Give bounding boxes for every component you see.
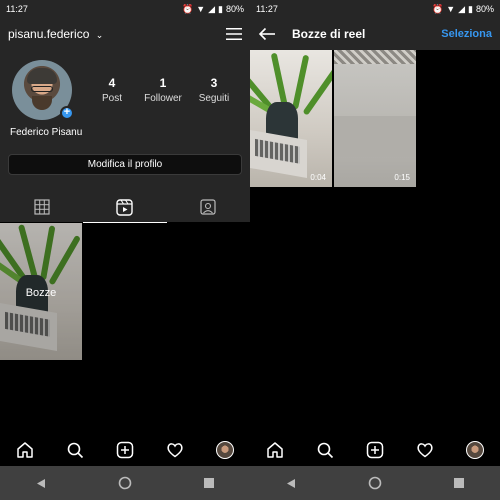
status-bar: 11:27 ⏰ ▼ ◢ ▮ 80% (250, 0, 500, 18)
stat-label: Seguiti (198, 93, 230, 104)
draft-item[interactable]: 0:15 (334, 50, 416, 187)
battery-icon: ▮ (218, 3, 223, 14)
select-button[interactable]: Seleziona (441, 28, 492, 40)
profile-header: pisanu.federico ⌄ (0, 18, 250, 50)
back-triangle-icon[interactable] (286, 478, 296, 489)
username: pisanu.federico (8, 27, 90, 41)
wifi-icon: ▼ (196, 4, 206, 14)
username-switcher[interactable]: pisanu.federico ⌄ (8, 27, 103, 41)
stat-value: 3 (210, 76, 218, 90)
bottom-nav (250, 434, 500, 466)
draft-item[interactable]: 0:04 (250, 50, 332, 187)
grid-icon (34, 199, 50, 215)
tab-reels[interactable] (83, 191, 167, 223)
search-icon[interactable] (316, 441, 334, 459)
wifi-icon: ▼ (446, 4, 456, 14)
back-triangle-icon[interactable] (36, 478, 46, 489)
draft-duration: 0:15 (394, 173, 410, 182)
recents-square-icon[interactable] (204, 478, 214, 488)
stat-value: 1 (159, 76, 167, 90)
stat-following[interactable]: 3 Seguiti (189, 76, 239, 104)
profile-tabs (0, 191, 250, 223)
status-bar: 11:27 ⏰ ▼ ◢ ▮ 80% (0, 0, 250, 18)
profile-screen: 11:27 ⏰ ▼ ◢ ▮ 80% pisanu.federico ⌄ + 4 … (0, 0, 250, 466)
battery-icon: ▮ (468, 3, 473, 14)
stat-label: Post (101, 93, 122, 104)
battery-percent: 80% (475, 4, 494, 14)
tagged-icon (200, 199, 216, 215)
stat-followers[interactable]: 1 Follower (138, 76, 188, 104)
alarm-icon: ⏰ (431, 3, 444, 14)
status-time: 11:27 (6, 4, 28, 14)
stat-label: Follower (144, 93, 182, 104)
back-arrow-icon[interactable] (258, 27, 276, 41)
edit-profile-button[interactable]: Modifica il profilo (8, 154, 242, 175)
signal-icon: ◢ (458, 3, 466, 14)
menu-icon[interactable] (226, 27, 242, 41)
system-nav-bar (250, 466, 500, 500)
bottom-nav (0, 434, 250, 466)
drafts-header: Bozze di reel Seleziona (250, 18, 500, 50)
alarm-icon: ⏰ (181, 3, 194, 14)
new-post-icon[interactable] (366, 441, 384, 459)
tab-tagged[interactable] (167, 191, 250, 223)
heart-icon[interactable] (416, 441, 434, 459)
search-icon[interactable] (66, 441, 84, 459)
drafts-label: Bozze (25, 287, 57, 299)
draft-duration: 0:04 (310, 173, 326, 182)
reel-drafts-thumbnail[interactable]: Bozze (0, 223, 82, 360)
page-title: Bozze di reel (292, 27, 366, 41)
profile-avatar-icon[interactable] (466, 441, 484, 459)
full-name: Federico Pisanu (10, 127, 83, 138)
add-story-icon[interactable]: + (60, 106, 74, 120)
profile-avatar-icon[interactable] (216, 441, 234, 459)
stat-value: 4 (108, 76, 116, 90)
profile-section: + 4 Post 1 Follower 3 Seguiti Federico P… (0, 50, 250, 223)
home-icon[interactable] (266, 441, 284, 459)
new-post-icon[interactable] (116, 441, 134, 459)
stat-posts[interactable]: 4 Post (87, 76, 137, 104)
chevron-down-icon: ⌄ (95, 30, 104, 40)
recents-square-icon[interactable] (454, 478, 464, 488)
status-time: 11:27 (256, 4, 278, 14)
home-circle-icon[interactable] (118, 476, 132, 490)
heart-icon[interactable] (166, 441, 184, 459)
battery-percent: 80% (225, 4, 244, 14)
reels-icon (116, 198, 134, 216)
signal-icon: ◢ (208, 3, 216, 14)
home-icon[interactable] (16, 441, 34, 459)
tab-posts-grid[interactable] (0, 191, 83, 223)
system-nav-bar (0, 466, 250, 500)
home-circle-icon[interactable] (368, 476, 382, 490)
reel-drafts-screen: 11:27 ⏰ ▼ ◢ ▮ 80% Bozze di reel Selezion… (250, 0, 500, 466)
